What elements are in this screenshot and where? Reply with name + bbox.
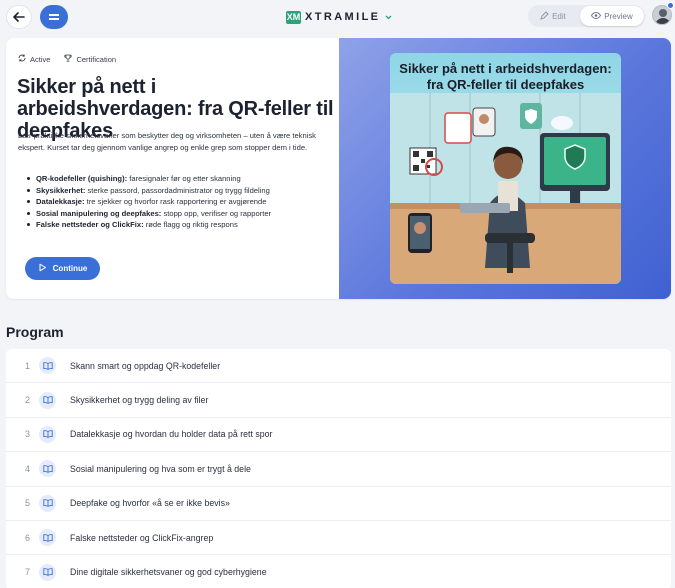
item-label: Falske nettsteder og ClickFix-angrep bbox=[70, 532, 214, 543]
book-icon bbox=[39, 425, 56, 443]
play-icon bbox=[38, 263, 47, 274]
preview-button[interactable]: Preview bbox=[580, 6, 644, 26]
book-icon bbox=[39, 460, 56, 478]
top-bar: XM XTRAMILE Edit Preview bbox=[0, 0, 675, 34]
book-icon bbox=[39, 357, 56, 375]
item-number: 3 bbox=[24, 429, 30, 440]
course-tags: Active Certification bbox=[18, 54, 116, 64]
program-item-2[interactable]: 2 Skysikkerhet og trygg deling av filer bbox=[6, 383, 671, 418]
app-logo[interactable]: XM XTRAMILE bbox=[286, 9, 392, 25]
item-label: Skann smart og oppdag QR-kodefeller bbox=[70, 360, 221, 371]
list-item: Falske nettsteder og ClickFix: røde flag… bbox=[26, 219, 336, 231]
item-number: 6 bbox=[24, 532, 30, 543]
program-item-5[interactable]: 5 Deepfake og hvorfor «å se er ikke bevi… bbox=[6, 487, 671, 521]
logo-text: XTRAMILE bbox=[305, 11, 381, 23]
item-number: 7 bbox=[24, 567, 30, 578]
continue-label: Continue bbox=[52, 264, 88, 273]
list-item: Datalekkasje: tre sjekker og hvorfor ras… bbox=[26, 196, 336, 208]
course-hero-card: Active Certification Sikker på nett i ar… bbox=[6, 38, 671, 299]
illustration-title: Sikker på nett i arbeidshverdagen: fra Q… bbox=[399, 61, 612, 92]
course-image-panel: Sikker på nett i arbeidshverdagen: fra Q… bbox=[339, 38, 671, 299]
program-item-3[interactable]: 3 Datalekkasje og hvordan du holder data… bbox=[6, 418, 671, 453]
back-button[interactable] bbox=[6, 5, 32, 29]
logo-mark: XM bbox=[286, 10, 301, 24]
eye-icon bbox=[591, 11, 602, 21]
book-icon bbox=[39, 563, 56, 581]
tag-active: Active bbox=[18, 54, 50, 64]
program-item-1[interactable]: 1 Skann smart og oppdag QR-kodefeller bbox=[6, 349, 671, 384]
trophy-icon bbox=[64, 54, 73, 64]
list-item: QR-kodefeller (quishing): faresignaler f… bbox=[26, 173, 336, 185]
menu-icon bbox=[49, 14, 59, 20]
active-status-icon bbox=[18, 54, 26, 64]
item-label: Dine digitale sikkerhetsvaner og god cyb… bbox=[70, 567, 267, 578]
notification-badge bbox=[667, 2, 674, 9]
item-label: Datalekkasje og hvordan du holder data p… bbox=[70, 429, 273, 440]
arrow-left-icon bbox=[13, 9, 25, 25]
item-number: 2 bbox=[24, 395, 30, 406]
list-item: Sosial manipulering og deepfakes: stopp … bbox=[26, 208, 336, 220]
item-label: Sosial manipulering og hva som er trygt … bbox=[70, 463, 251, 474]
program-heading: Program bbox=[6, 324, 64, 340]
tag-label: Certification bbox=[76, 54, 117, 64]
item-number: 5 bbox=[24, 498, 30, 509]
menu-button[interactable] bbox=[40, 5, 68, 29]
edit-preview-toggle: Edit Preview bbox=[528, 5, 645, 27]
book-icon bbox=[39, 391, 56, 409]
pencil-icon bbox=[540, 10, 549, 22]
book-icon bbox=[39, 529, 56, 547]
item-number: 4 bbox=[24, 463, 30, 474]
item-label: Deepfake og hvorfor «å se er ikke bevis» bbox=[70, 498, 230, 509]
edit-label: Edit bbox=[552, 11, 566, 21]
item-label: Skysikkerhet og trygg deling av filer bbox=[70, 395, 209, 406]
book-icon bbox=[39, 494, 56, 512]
item-number: 1 bbox=[24, 360, 30, 371]
program-item-7[interactable]: 7 Dine digitale sikkerhetsvaner og god c… bbox=[6, 555, 671, 588]
tag-label: Active bbox=[30, 54, 51, 64]
course-illustration: Sikker på nett i arbeidshverdagen: fra Q… bbox=[390, 53, 621, 284]
preview-label: Preview bbox=[604, 11, 633, 21]
program-list: 1 Skann smart og oppdag QR-kodefeller 2 … bbox=[6, 349, 671, 588]
course-description: Lær praktiske sikkerhetsvaner som beskyt… bbox=[18, 131, 316, 152]
list-item: Skysikkerhet: sterke passord, passordadm… bbox=[26, 185, 336, 197]
course-topics: QR-kodefeller (quishing): faresignaler f… bbox=[26, 173, 336, 231]
course-info: Active Certification Sikker på nett i ar… bbox=[6, 38, 339, 299]
program-item-4[interactable]: 4 Sosial manipulering og hva som er tryg… bbox=[6, 452, 671, 487]
edit-button[interactable]: Edit bbox=[528, 5, 578, 27]
tag-certification: Certification bbox=[64, 54, 116, 64]
chevron-down-icon bbox=[385, 13, 392, 22]
continue-button[interactable]: Continue bbox=[25, 257, 100, 280]
program-item-6[interactable]: 6 Falske nettsteder og ClickFix-angrep bbox=[6, 521, 671, 556]
